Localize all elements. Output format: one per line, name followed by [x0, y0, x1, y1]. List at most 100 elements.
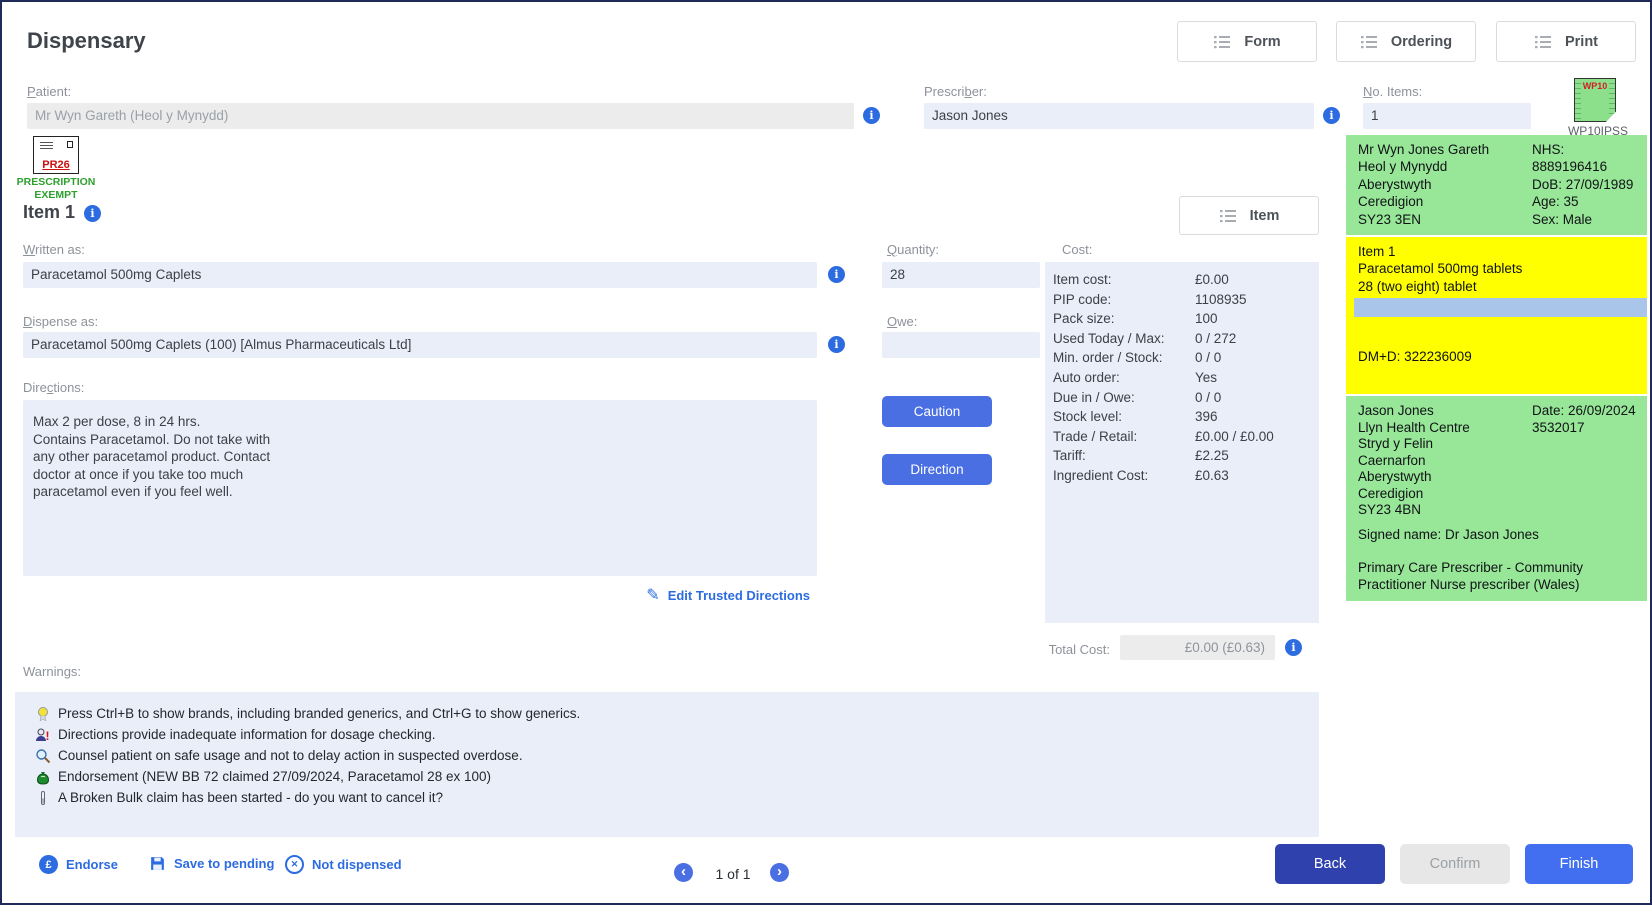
item-button[interactable]: Item — [1179, 196, 1319, 235]
endorsement-icon — [35, 769, 51, 785]
prescriber-address-line: Ceredigion — [1358, 486, 1647, 503]
item-button-label: Item — [1250, 208, 1280, 224]
cost-row-label: Used Today / Max: — [1053, 329, 1195, 349]
list-icon — [1213, 35, 1231, 49]
warning-text: Endorsement (NEW BB 72 claimed 27/09/202… — [58, 769, 491, 784]
total-cost-label: Total Cost: — [998, 642, 1110, 657]
form-button-label: Form — [1244, 34, 1280, 50]
owe-label: Owe: — [887, 314, 917, 329]
patient-sex: Sex: Male — [1532, 211, 1633, 228]
quantity-label: Quantity: — [887, 242, 939, 257]
prescription-form-icon: WP10 — [1574, 78, 1616, 122]
cost-row-value: Yes — [1195, 368, 1217, 388]
no-items-field[interactable]: 1 — [1363, 103, 1531, 129]
warning-text: A Broken Bulk claim has been started - d… — [58, 790, 443, 805]
prescriber-address-line: SY23 4BN — [1358, 502, 1647, 519]
pound-icon — [39, 855, 58, 874]
cost-row: Tariff:£2.25 — [1053, 446, 1319, 466]
prescriber-address-line: Aberystwyth — [1358, 469, 1647, 486]
page-indicator: 1 of 1 — [700, 866, 766, 882]
cost-row-value: 100 — [1195, 309, 1218, 329]
direction-button[interactable]: Direction — [882, 454, 992, 485]
document-lines-decoration — [40, 142, 53, 150]
finish-button[interactable]: Finish — [1525, 844, 1633, 884]
save-to-pending-label: Save to pending — [174, 856, 274, 871]
warnings-label: Warnings: — [23, 664, 81, 679]
directions-label: Directions: — [23, 380, 84, 395]
form-button[interactable]: Form — [1177, 21, 1317, 62]
prescriber-details-card: Jason Jones Llyn Health Centre Stryd y F… — [1346, 396, 1647, 601]
dispense-as-label: Dispense as: — [23, 314, 98, 329]
confirm-button[interactable]: Confirm — [1400, 844, 1510, 884]
written-as-field[interactable]: Paracetamol 500mg Caplets — [23, 262, 817, 288]
svg-text:!: ! — [46, 729, 50, 743]
dispense-as-field[interactable]: Paracetamol 500mg Caplets (100) [Almus P… — [23, 332, 817, 358]
cost-row: Used Today / Max:0 / 272 — [1053, 329, 1319, 349]
cost-row: Ingredient Cost:£0.63 — [1053, 466, 1319, 486]
cost-row-label: Tariff: — [1053, 446, 1195, 466]
endorse-label: Endorse — [66, 857, 118, 872]
patient-label: Patient: — [27, 84, 71, 99]
cost-panel: Item cost:£0.00 PIP code:1108935 Pack si… — [1045, 262, 1319, 623]
cost-row-value: £0.00 / £0.00 — [1195, 427, 1274, 447]
warning-row: Counsel patient on safe usage and not to… — [35, 745, 1319, 766]
ordering-button[interactable]: Ordering — [1336, 21, 1476, 62]
patient-dob: DoB: 27/09/1989 — [1532, 176, 1633, 193]
patient-info-icon[interactable] — [863, 107, 880, 124]
cost-row-label: Min. order / Stock: — [1053, 348, 1195, 368]
patient-nhs-label: NHS: — [1532, 141, 1633, 158]
save-to-pending-link[interactable]: Save to pending — [149, 855, 274, 872]
not-dispensed-label: Not dispensed — [312, 857, 402, 872]
cost-row-value: £0.00 — [1195, 270, 1229, 290]
prescriber-field[interactable]: Jason Jones — [924, 103, 1314, 129]
cost-row: Due in / Owe:0 / 0 — [1053, 388, 1319, 408]
selection-highlight-bar — [1354, 298, 1647, 317]
prescriber-address-line: Caernarfon — [1358, 453, 1647, 470]
prescriber-info-icon[interactable] — [1323, 107, 1340, 124]
written-as-label: Written as: — [23, 242, 85, 257]
previous-page-button[interactable] — [674, 863, 693, 882]
cost-row-value: 0 / 0 — [1195, 388, 1221, 408]
cost-row-value: £0.63 — [1195, 466, 1229, 486]
directions-field[interactable]: Max 2 per dose, 8 in 24 hrs. Contains Pa… — [23, 400, 817, 576]
owe-field[interactable] — [882, 332, 1040, 358]
cost-row-label: Due in / Owe: — [1053, 388, 1195, 408]
total-cost-info-icon[interactable] — [1285, 639, 1302, 656]
cost-row: PIP code:1108935 — [1053, 290, 1319, 310]
endorse-link[interactable]: Endorse — [39, 855, 118, 874]
patient-field[interactable]: Mr Wyn Gareth (Heol y Mynydd) — [27, 103, 854, 129]
exemption-code: PR26 — [34, 159, 78, 171]
cost-row-value: £2.25 — [1195, 446, 1229, 466]
item-card-quantity: 28 (two eight) tablet — [1358, 278, 1647, 295]
next-page-button[interactable] — [770, 863, 789, 882]
page-title: Dispensary — [27, 28, 146, 54]
back-button[interactable]: Back — [1275, 844, 1385, 884]
quantity-field[interactable]: 28 — [882, 262, 1040, 288]
written-as-info-icon[interactable] — [828, 266, 845, 283]
not-dispensed-link[interactable]: Not dispensed — [285, 855, 402, 874]
cost-row: Stock level:396 — [1053, 407, 1319, 427]
ordering-button-label: Ordering — [1391, 34, 1452, 50]
print-button[interactable]: Print — [1496, 21, 1636, 62]
cost-row-label: Stock level: — [1053, 407, 1195, 427]
item-info-icon[interactable] — [84, 205, 101, 222]
dosage-check-icon: ! — [35, 727, 51, 743]
cost-row: Pack size:100 — [1053, 309, 1319, 329]
warning-text: Directions provide inadequate informatio… — [58, 727, 435, 742]
patient-details-card: Mr Wyn Jones Gareth Heol y Mynydd Aberys… — [1346, 135, 1647, 235]
patient-age: Age: 35 — [1532, 193, 1633, 210]
edit-trusted-directions-link[interactable]: ✎ Edit Trusted Directions — [646, 588, 810, 603]
no-items-label: No. Items: — [1363, 84, 1422, 99]
cost-row-label: Trade / Retail: — [1053, 427, 1195, 447]
cost-row: Trade / Retail:£0.00 / £0.00 — [1053, 427, 1319, 447]
total-cost-field: £0.00 (£0.63) — [1120, 635, 1275, 660]
warning-text: Press Ctrl+B to show brands, including b… — [58, 706, 580, 721]
dispense-as-info-icon[interactable] — [828, 336, 845, 353]
prescription-date: Date: 26/09/2024 — [1532, 403, 1636, 420]
cost-row-label: Ingredient Cost: — [1053, 466, 1195, 486]
cost-row-label: Item cost: — [1053, 270, 1195, 290]
caution-button[interactable]: Caution — [882, 396, 992, 427]
show-brands-icon — [35, 706, 51, 722]
cost-row-value: 396 — [1195, 407, 1218, 427]
signed-name: Signed name: Dr Jason Jones — [1358, 527, 1539, 542]
